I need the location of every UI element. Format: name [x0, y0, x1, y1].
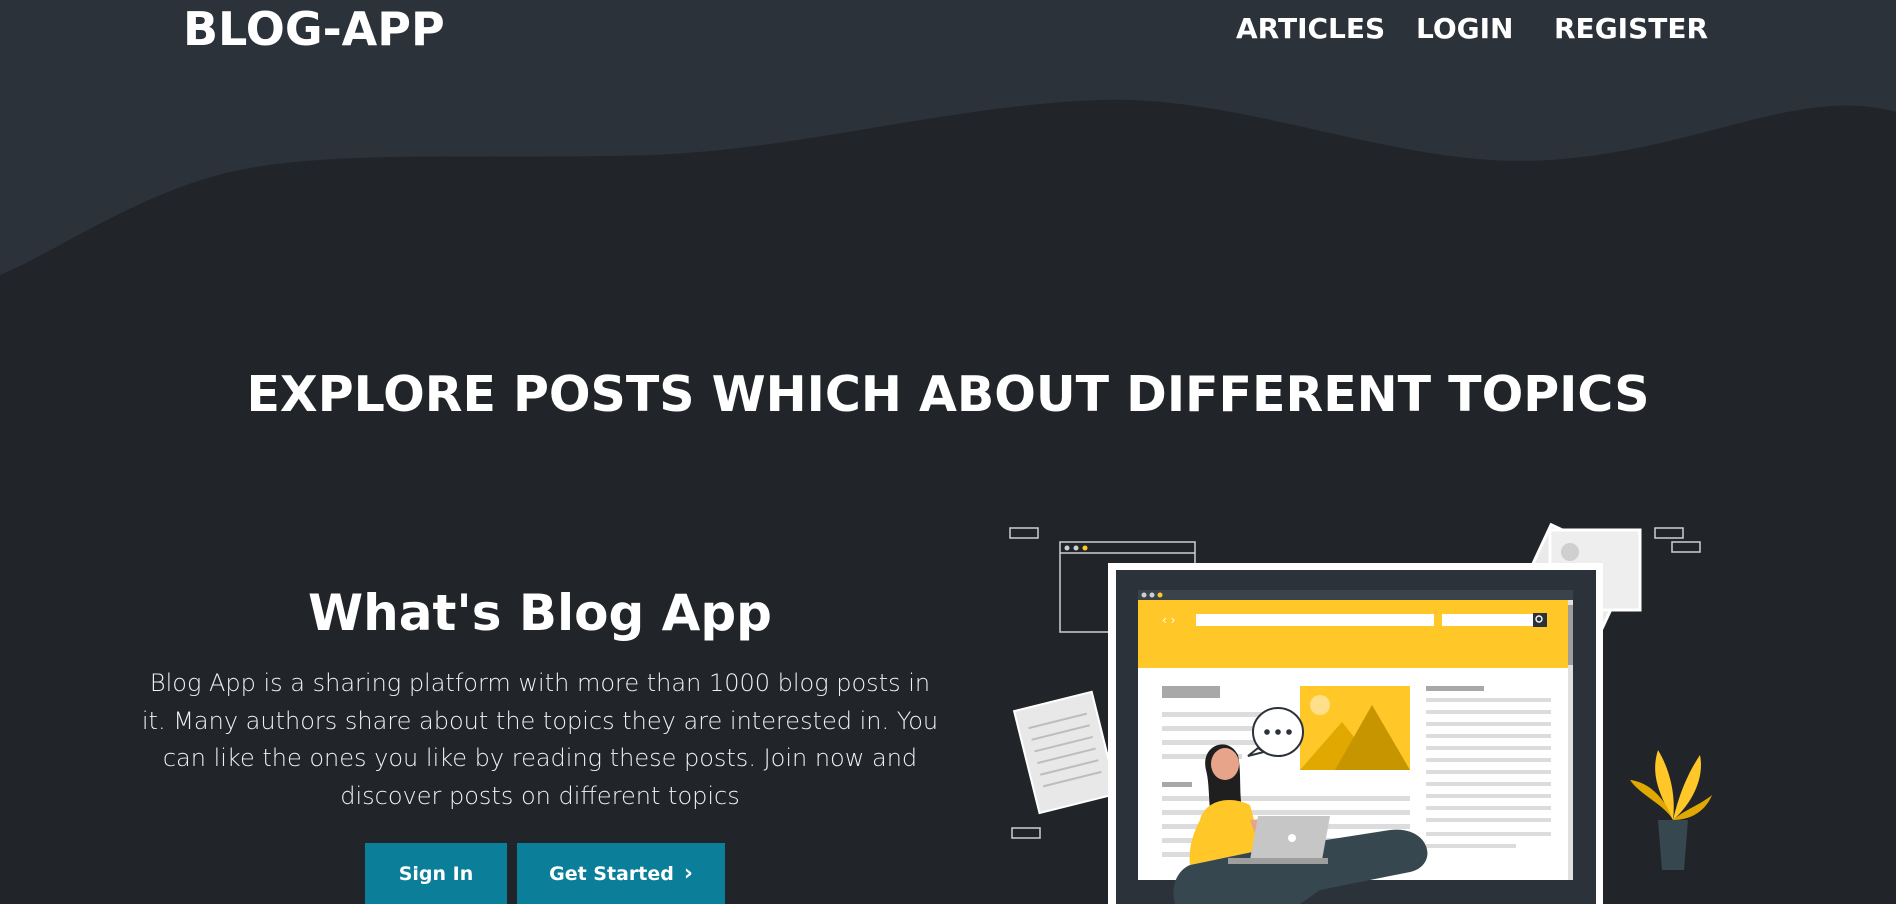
sign-in-label: Sign In	[398, 862, 474, 885]
about-title: What's Blog App	[308, 584, 772, 642]
nav-articles[interactable]: ARTICLES	[1236, 12, 1385, 45]
chevron-right-icon: ›	[683, 861, 693, 886]
sign-in-button[interactable]: Sign In	[365, 843, 507, 904]
svg-text:‹ ›: ‹ ›	[1162, 613, 1175, 627]
about-description: Blog App is a sharing platform with more…	[141, 669, 939, 810]
nav-register[interactable]: REGISTER	[1554, 12, 1708, 45]
brand-logo[interactable]: BLOG-APP	[183, 2, 445, 56]
nav-login[interactable]: LOGIN	[1416, 12, 1513, 45]
get-started-button[interactable]: Get Started ›	[517, 843, 725, 904]
hero-title: EXPLORE POSTS WHICH ABOUT DIFFERENT TOPI…	[246, 366, 1650, 423]
get-started-label: Get Started	[549, 862, 674, 885]
blog-illustration: ‹ ›	[1009, 522, 1712, 904]
